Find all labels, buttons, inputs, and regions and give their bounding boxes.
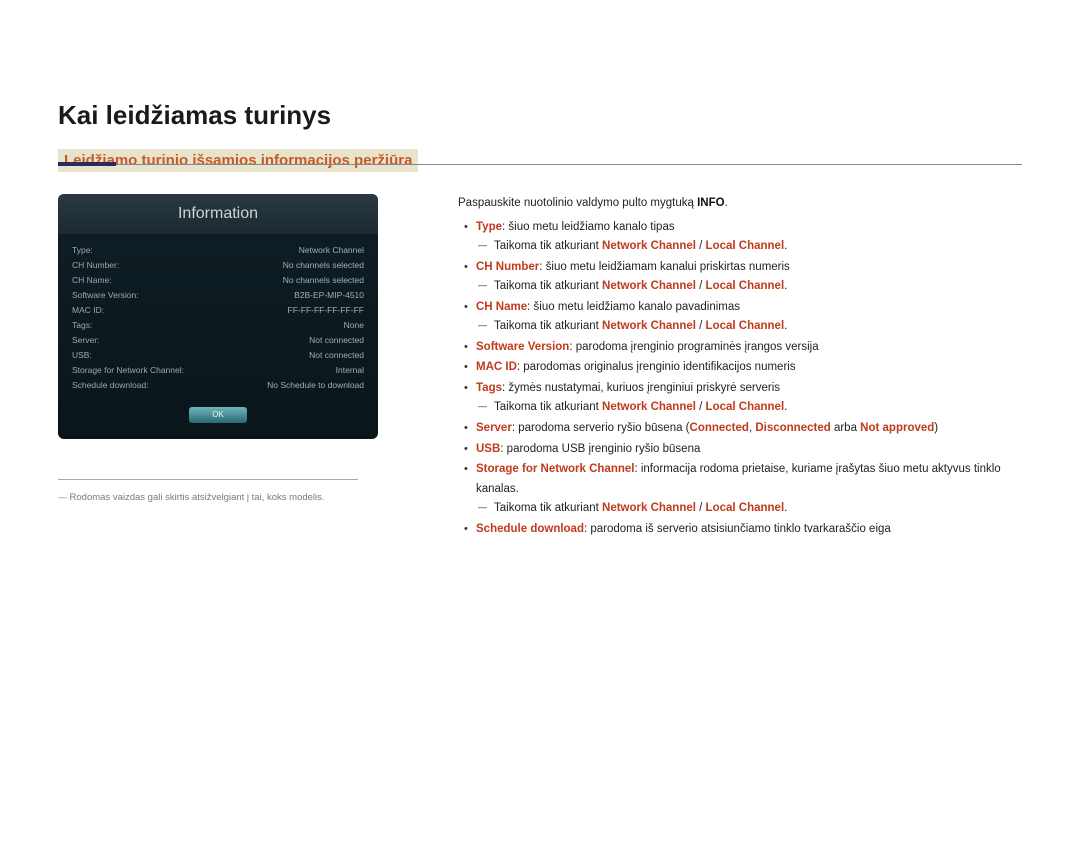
applies-note: Taikoma tik atkuriant Network Channel / … [494, 317, 1022, 337]
ok-button[interactable]: OK [189, 407, 247, 423]
spec-item-usb: USB: parodoma USB įrenginio ryšio būsena [476, 440, 1022, 460]
applies-note: Taikoma tik atkuriant Network Channel / … [494, 277, 1022, 297]
row-label: Software Version: [72, 290, 139, 300]
dialog-row: Software Version: B2B-EP-MIP-4510 [72, 287, 364, 302]
applies-note: Taikoma tik atkuriant Network Channel / … [494, 398, 1022, 418]
row-value: No Schedule to download [267, 380, 364, 390]
page-title: Kai leidžiamas turinys [58, 100, 1022, 131]
dialog-row: MAC ID: FF-FF-FF-FF-FF-FF [72, 302, 364, 317]
dialog-row: Type: Network Channel [72, 242, 364, 257]
row-label: CH Name: [72, 275, 112, 285]
row-value: FF-FF-FF-FF-FF-FF [288, 305, 364, 315]
row-value: Network Channel [299, 245, 364, 255]
row-value: No channels selected [283, 275, 364, 285]
header-rule [118, 164, 1022, 165]
row-value: None [344, 320, 364, 330]
spec-item-swver: Software Version: parodoma įrenginio pro… [476, 338, 1022, 358]
spec-item-sched: Schedule download: parodoma iš serverio … [476, 520, 1022, 540]
info-dialog-screenshot: Information Type: Network Channel CH Numbe… [58, 194, 378, 439]
spec-item-chnum: CH Number: šiuo metu leidžiamam kanalui … [476, 258, 1022, 297]
row-label: MAC ID: [72, 305, 104, 315]
header-accent [58, 162, 116, 166]
dialog-row: CH Name: No channels selected [72, 272, 364, 287]
spec-item-tags: Tags: žymės nustatymai, kuriuos įrengini… [476, 379, 1022, 418]
row-value: Not connected [309, 335, 364, 345]
spec-item-macid: MAC ID: parodomas originalus įrenginio i… [476, 358, 1022, 378]
row-value: Not connected [309, 350, 364, 360]
spec-list: Type: šiuo metu leidžiamo kanalo tipasTa… [458, 218, 1022, 540]
dialog-row: USB: Not connected [72, 347, 364, 362]
spec-item-type: Type: šiuo metu leidžiamo kanalo tipasTa… [476, 218, 1022, 257]
row-label: Schedule download: [72, 380, 149, 390]
row-value: No channels selected [283, 260, 364, 270]
applies-note: Taikoma tik atkuriant Network Channel / … [494, 499, 1022, 519]
footnote: Rodomas vaizdas gali skirtis atsižvelgia… [58, 479, 358, 503]
dialog-title: Information [58, 194, 378, 234]
row-value: B2B-EP-MIP-4510 [294, 290, 364, 300]
applies-note: Taikoma tik atkuriant Network Channel / … [494, 237, 1022, 257]
row-value: Internal [336, 365, 364, 375]
row-label: Tags: [72, 320, 92, 330]
dialog-row: CH Number: No channels selected [72, 257, 364, 272]
row-label: CH Number: [72, 260, 119, 270]
dialog-row: Schedule download: No Schedule to downloa… [72, 377, 364, 392]
dialog-row: Server: Not connected [72, 332, 364, 347]
dialog-row: Storage for Network Channel: Internal [72, 362, 364, 377]
spec-item-server: Server: parodoma serverio ryšio būsena (… [476, 419, 1022, 439]
dialog-body: Type: Network Channel CH Number: No channel… [58, 234, 378, 392]
spec-item-chname: CH Name: šiuo metu leidžiamo kanalo pava… [476, 298, 1022, 337]
section-heading: Leidžiamo turinio išsamios informacijos … [58, 149, 418, 172]
intro-line: Paspauskite nuotolinio valdymo pulto myg… [458, 194, 1022, 214]
row-label: Type: [72, 245, 93, 255]
row-label: Storage for Network Channel: [72, 365, 184, 375]
row-label: Server: [72, 335, 99, 345]
dialog-row: Tags: None [72, 317, 364, 332]
spec-item-storage: Storage for Network Channel: informacija… [476, 460, 1022, 519]
row-label: USB: [72, 350, 92, 360]
description-column: Paspauskite nuotolinio valdymo pulto myg… [448, 194, 1022, 540]
